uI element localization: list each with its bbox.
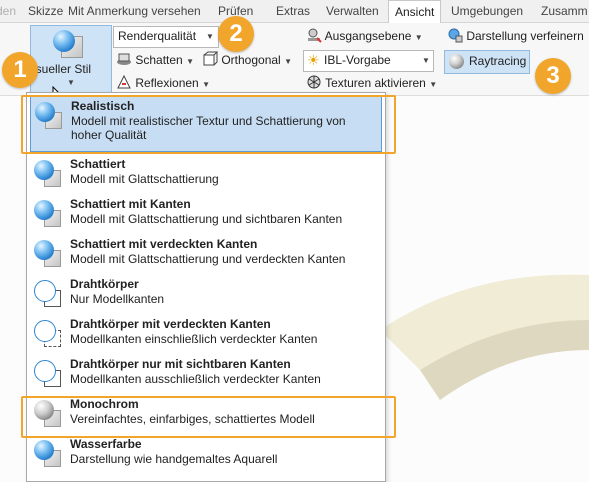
ground-plane-button[interactable]: Ausgangsebene ▼	[306, 26, 423, 46]
option-title: Wasserfarbe	[70, 437, 142, 451]
tab-partial[interactable]: den	[0, 0, 16, 22]
ground-plane-label: Ausgangsebene	[324, 29, 412, 43]
chevron-down-icon: ▼	[67, 78, 75, 87]
watercolor-icon	[34, 440, 61, 468]
option-title: Drahtkörper	[70, 277, 139, 291]
tab-zusammenarbeit[interactable]: Zusamm	[541, 0, 588, 22]
tab-ansicht[interactable]: Ansicht	[388, 0, 442, 24]
render-quality-combo[interactable]: Renderqualität ▼	[113, 26, 219, 48]
projection-icon	[203, 51, 219, 66]
orthogonal-label: Orthogonal	[221, 53, 281, 67]
sun-icon: ☀	[307, 52, 320, 68]
chevron-down-icon: ▼	[414, 33, 423, 42]
reflection-icon	[117, 74, 131, 89]
chevron-down-icon: ▼	[202, 80, 210, 89]
textures-label: Texturen aktivieren	[325, 76, 426, 90]
wireframe-icon	[34, 280, 61, 308]
visual-style-option[interactable]: Drahtkörper nur mit sichtbaren Kanten Mod…	[30, 355, 380, 393]
visual-style-button[interactable]: isueller Stil ▼	[30, 25, 112, 95]
visual-style-option[interactable]: Schattiert Modell mit Glattschattierung	[30, 155, 380, 193]
model-viewport-shape	[380, 274, 589, 400]
visual-style-option[interactable]: Schattiert mit Kanten Modell mit Glattsch…	[30, 195, 380, 233]
ibl-preset-combo[interactable]: ☀ IBL-Vorgabe ▼	[303, 50, 434, 72]
option-title: Drahtkörper mit verdeckten Kanten	[70, 317, 271, 331]
step-badge-1: 1	[2, 52, 38, 88]
refine-label: Darstellung verfeinern	[466, 29, 584, 43]
option-description: Modell mit Glattschattierung und verdeck…	[70, 252, 346, 266]
option-description: Modellkanten einschließlich verdeckter K…	[70, 332, 318, 346]
orthogonal-button[interactable]: Orthogonal ▼	[202, 50, 292, 70]
option-title: Drahtkörper nur mit sichtbaren Kanten	[70, 357, 291, 371]
visual-style-option[interactable]: Drahtkörper mit verdeckten Kanten Modellk…	[30, 315, 380, 353]
visual-style-sphere-icon	[53, 30, 75, 52]
option-description: Modell mit Glattschattierung und sichtba…	[70, 212, 343, 226]
tab-skizze[interactable]: Skizze	[28, 0, 63, 22]
raytracing-button[interactable]: Raytracing	[444, 50, 530, 74]
shadows-button[interactable]: Schatten ▼	[116, 50, 194, 70]
option-title: Schattiert	[70, 157, 126, 171]
option-description: Modellkanten ausschließlich verdeckter K…	[70, 372, 321, 386]
chevron-down-icon: ▼	[422, 56, 430, 65]
tab-anmerkung[interactable]: Mit Anmerkung versehen	[68, 0, 201, 22]
ribbon-tab-bar: den Skizze Mit Anmerkung versehen Prüfen…	[0, 0, 589, 24]
visual-style-option[interactable]: Drahtkörper Nur Modellkanten	[30, 275, 380, 313]
raytracing-label: Raytracing	[469, 54, 527, 68]
chevron-down-icon: ▼	[284, 57, 292, 66]
option-description: Modell mit Glattschattierung	[70, 172, 219, 186]
refine-display-button[interactable]: Darstellung verfeinern	[447, 26, 584, 46]
texture-icon	[307, 75, 321, 89]
wireframe-hidden-icon	[34, 320, 61, 348]
option-title: Schattiert mit verdeckten Kanten	[70, 237, 258, 251]
option-description: Nur Modellkanten	[70, 292, 165, 306]
highlight-realistic	[21, 95, 396, 154]
reflections-button[interactable]: Reflexionen ▼	[116, 73, 210, 93]
option-title: Schattiert mit Kanten	[70, 197, 191, 211]
option-description: Darstellung wie handgemaltes Aquarell	[70, 452, 278, 466]
tab-verwalten[interactable]: Verwalten	[326, 0, 379, 22]
shaded-icon	[34, 160, 61, 188]
wireframe-visible-icon	[34, 360, 61, 388]
tab-extras[interactable]: Extras	[276, 0, 310, 22]
shadows-label: Schatten	[135, 53, 183, 67]
visual-style-option[interactable]: Schattiert mit verdeckten Kanten Modell m…	[30, 235, 380, 273]
shadow-icon	[117, 53, 131, 65]
refine-icon	[448, 28, 463, 43]
textures-button[interactable]: Texturen aktivieren ▼	[306, 73, 437, 93]
visual-style-option[interactable]: Wasserfarbe Darstellung wie handgemaltes …	[30, 435, 380, 473]
highlight-monochrome	[21, 396, 396, 438]
reflections-label: Reflexionen	[135, 76, 199, 90]
ground-plane-icon	[308, 28, 322, 43]
shaded-edges-icon	[34, 200, 61, 228]
step-badge-2: 2	[218, 16, 254, 52]
chevron-down-icon: ▼	[186, 57, 194, 66]
shaded-hidden-edges-icon	[34, 240, 61, 268]
tab-umgebungen[interactable]: Umgebungen	[451, 0, 523, 22]
render-quality-label: Renderqualität	[118, 29, 197, 43]
ibl-label: IBL-Vorgabe	[324, 53, 391, 67]
visual-style-label: isueller Stil	[33, 62, 92, 76]
chevron-down-icon: ▼	[206, 32, 214, 41]
step-badge-3: 3	[535, 58, 571, 94]
raytracing-icon	[449, 54, 464, 69]
chevron-down-icon: ▼	[429, 80, 438, 89]
